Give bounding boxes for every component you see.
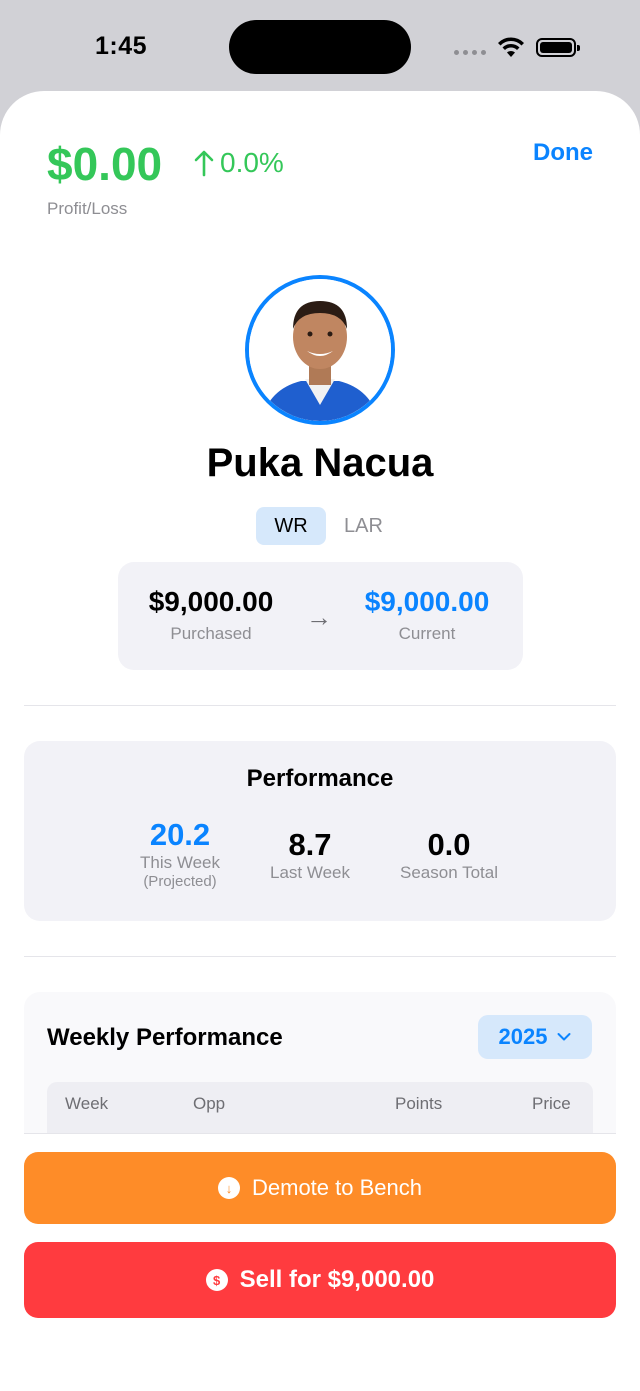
profit-loss-label: Profit/Loss <box>47 199 128 218</box>
sell-button[interactable]: $ Sell for $9,000.00 <box>24 1242 616 1318</box>
purchased-price-value: $9,000.00 <box>148 586 274 617</box>
player-name: Puka Nacua <box>206 441 434 485</box>
arrow-down-circle-icon: ↓ <box>218 1177 240 1199</box>
column-header-price: Price <box>532 1094 571 1113</box>
this-week-label: This Week <box>140 853 220 872</box>
season-total-value: 0.0 <box>427 827 471 862</box>
purchased-price: $9,000.00 Purchased <box>138 586 284 644</box>
done-button[interactable]: Done <box>533 139 593 167</box>
this-week-sub: (Projected) <box>143 873 217 890</box>
stat-this-week: 20.2 This Week (Projected) <box>120 817 240 890</box>
year-selector[interactable]: 2025 <box>478 1015 592 1059</box>
performance-title: Performance <box>246 765 394 792</box>
player-avatar <box>245 275 395 425</box>
position-badge: WR <box>256 507 326 545</box>
wifi-icon <box>498 37 524 57</box>
current-price-value: $9,000.00 <box>364 586 490 617</box>
arrow-up-icon <box>194 150 214 177</box>
this-week-value: 20.2 <box>149 817 211 852</box>
column-header-points: Points <box>395 1094 443 1113</box>
purchased-price-label: Purchased <box>170 624 252 643</box>
weekly-performance-card: Weekly Performance 2025 Week Opp Points … <box>24 992 616 1152</box>
season-total-label: Season Total <box>400 863 498 882</box>
stat-season-total: 0.0 Season Total <box>384 827 514 883</box>
dollar-circle-icon: $ <box>205 1269 228 1291</box>
sell-label: Sell for $9,000.00 <box>239 1266 435 1293</box>
current-price-label: Current <box>398 624 456 643</box>
demote-to-bench-button[interactable]: ↓ Demote to Bench <box>24 1152 616 1224</box>
last-week-value: 8.7 <box>288 827 332 862</box>
battery-icon <box>536 38 580 57</box>
status-bar: 1:45 <box>0 0 640 92</box>
current-price: $9,000.00 Current <box>354 586 500 644</box>
signal-dots-icon <box>454 50 486 55</box>
chevron-down-icon <box>557 1033 571 1041</box>
year-value: 2025 <box>498 1024 548 1049</box>
profit-loss-value: $0.00 <box>47 138 163 190</box>
profit-loss-change: 0.0% <box>194 147 284 179</box>
team-label: LAR <box>344 515 383 537</box>
price-card: $9,000.00 Purchased → $9,000.00 Current <box>118 562 523 670</box>
last-week-label: Last Week <box>269 863 350 882</box>
weekly-performance-title: Weekly Performance <box>47 1024 283 1051</box>
divider <box>24 705 616 706</box>
dynamic-island <box>229 20 411 74</box>
profit-loss-percent: 0.0% <box>220 147 284 178</box>
demote-label: Demote to Bench <box>252 1175 422 1200</box>
column-header-week: Week <box>65 1094 109 1113</box>
arrow-right-icon: → <box>306 602 332 632</box>
column-header-opp: Opp <box>193 1094 226 1113</box>
divider <box>24 1133 616 1134</box>
player-detail-sheet: $0.00 0.0% Profit/Loss Done Puka Nacua W… <box>0 91 640 1391</box>
stat-last-week: 8.7 Last Week <box>250 827 370 883</box>
status-time: 1:45 <box>95 32 148 60</box>
performance-card: Performance 20.2 This Week (Projected) 8… <box>24 741 616 921</box>
action-bar: ↓ Demote to Bench $ Sell for $9,000.00 <box>0 1133 640 1391</box>
divider <box>24 956 616 957</box>
